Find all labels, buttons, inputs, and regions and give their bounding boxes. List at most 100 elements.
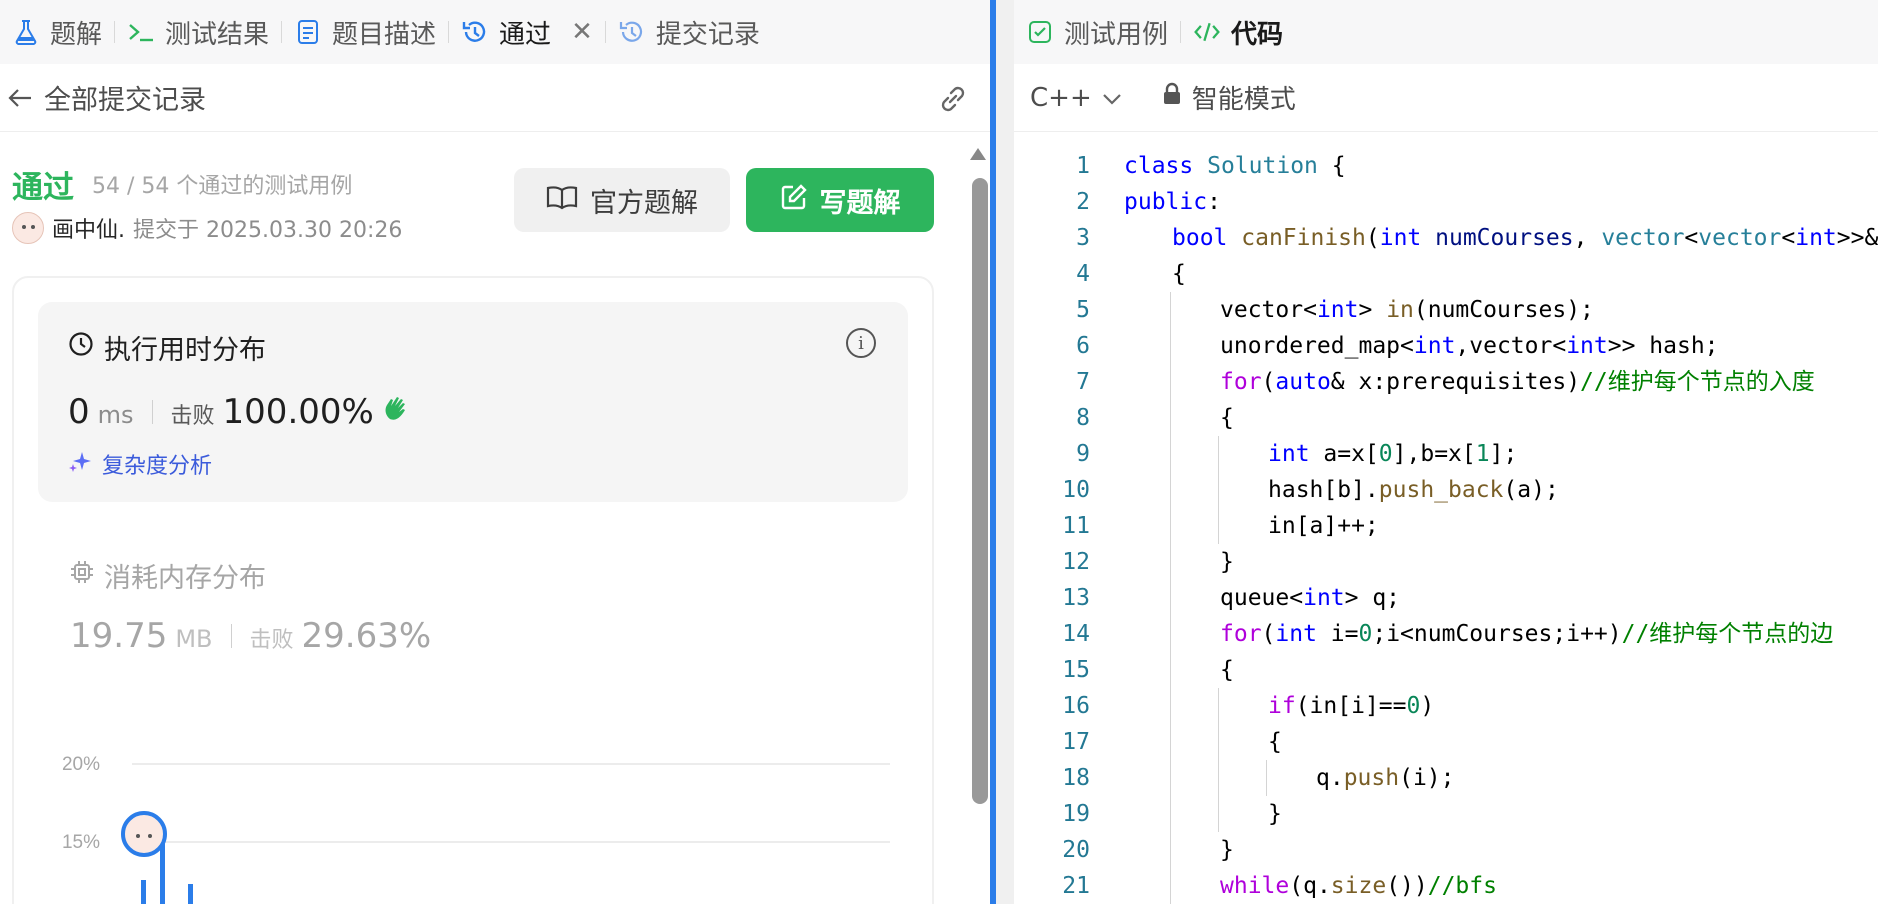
indent-guide [1218,796,1219,832]
line-number: 19 [1062,801,1090,827]
user-avatar-marker [121,811,167,857]
indent-guide [1218,724,1219,760]
code-line[interactable]: 10 hash[b].push_back(a); [1014,472,1878,508]
tab-test-results[interactable]: 测试结果 [115,0,281,64]
indent-guide [1218,436,1219,472]
line-number: 3 [1076,225,1090,251]
code-line[interactable]: 21 while(q.size())//bfs [1014,868,1878,904]
indent-guide [1170,652,1171,688]
indent-guide [1170,544,1171,580]
tab-solutions[interactable]: 题解 [0,0,114,64]
code-line[interactable]: 7 for(auto& x:prerequisites)//维护每个节点的入度 [1014,364,1878,400]
code-text: { [1268,729,1282,755]
memory-distribution-chart[interactable]: 20% 15% [40,740,900,904]
code-text: q.push(i); [1316,765,1455,791]
code-line[interactable]: 11 in[a]++; [1014,508,1878,544]
history-icon [461,18,489,46]
close-icon[interactable]: ✕ [571,17,593,47]
submission-time: 提交于 2025.03.30 20:26 [133,218,403,243]
official-solution-button[interactable]: 官方题解 [514,168,730,232]
language-label: C++ [1030,82,1092,113]
info-icon[interactable]: i [846,328,876,358]
code-line[interactable]: 8{ [1014,400,1878,436]
tab-code[interactable]: 代码 [1181,0,1295,64]
write-solution-label: 写题解 [819,187,901,219]
tab-label: 测试用例 [1064,19,1169,50]
clock-icon [68,331,94,364]
code-text: { [1220,657,1234,683]
tab-label: 通过 [499,19,552,50]
tab-description[interactable]: 题目描述 [282,0,448,64]
code-line[interactable]: 4{ [1014,256,1878,292]
memory-values: 19.75 MB 击败 29.63% [70,616,431,656]
chevron-down-icon [1102,83,1122,113]
tab-accepted[interactable]: 通过 ✕ [449,0,605,64]
write-solution-button[interactable]: 写题解 [746,168,934,232]
runtime-panel[interactable]: 执行用时分布 i 0 ms 击败 100.00% 复杂度分析 [38,302,908,502]
runtime-title: 执行用时分布 [68,328,266,367]
code-line[interactable]: 6 unordered_map<int,vector<int>> hash; [1014,328,1878,364]
code-line[interactable]: 17 { [1014,724,1878,760]
back-arrow-icon[interactable] [0,87,40,109]
code-text: public: [1124,189,1221,215]
terminal-icon [127,18,155,46]
beat-label: 击败 [170,404,215,429]
code-line[interactable]: 20} [1014,832,1878,868]
tab-submissions[interactable]: 提交记录 [606,0,772,64]
beat-label: 击败 [249,628,294,653]
line-number: 8 [1076,405,1090,431]
divider [230,624,232,648]
memory-unit: MB [175,625,213,653]
code-line[interactable]: 16 if(in[i]==0) [1014,688,1878,724]
memory-title[interactable]: 消耗内存分布 [70,556,266,595]
code-line[interactable]: 14 for(int i=0;i<numCourses;i++)//维护每个节点的… [1014,616,1878,652]
checkbox-icon [1026,18,1054,46]
tab-label: 题目描述 [332,19,437,50]
scrollbar-thumb[interactable] [972,178,988,804]
code-line[interactable]: 3 bool canFinish(int numCourses, vector<v… [1014,220,1878,256]
code-editor[interactable]: 1 class Solution {2 public: 3 bool canFinish… [1014,148,1878,904]
smart-mode-toggle[interactable]: 智能模式 [1162,79,1296,116]
line-number: 16 [1062,693,1090,719]
tab-testcases[interactable]: 测试用例 [1014,0,1180,64]
code-text: vector<int> in(numCourses); [1220,297,1594,323]
indent-guide [1170,868,1171,904]
tab-label: 提交记录 [655,19,760,50]
chart-bar [141,880,146,904]
code-line[interactable]: 1 class Solution { [1014,148,1878,184]
code-text: for(auto& x:prerequisites)//维护每个节点的入度 [1220,369,1815,395]
line-number: 6 [1076,333,1090,359]
indent-guide [1218,508,1219,544]
memory-beat-value: 29.63% [301,616,432,656]
line-number: 12 [1062,549,1090,575]
indent-guide [1266,760,1267,796]
indent-guide [1170,400,1171,436]
scroll-up-arrow[interactable] [970,148,986,160]
code-text: queue<int> q; [1220,585,1401,611]
document-icon [294,18,322,46]
all-submissions-title[interactable]: 全部提交记录 [44,78,206,117]
submission-author-line: 画中仙. 提交于 2025.03.30 20:26 [12,212,402,244]
avatar[interactable] [12,212,44,244]
indent-guide [1170,508,1171,544]
author-name[interactable]: 画中仙. [52,212,125,244]
right-tab-bar: 测试用例 代码 [1014,0,1878,64]
runtime-beat-value: 100.00% [222,392,374,432]
line-number: 21 [1062,873,1090,899]
line-number: 20 [1062,837,1090,863]
code-line[interactable]: 19} [1014,796,1878,832]
language-selector[interactable]: C++ [1030,83,1122,113]
code-line[interactable]: 12} [1014,544,1878,580]
submission-subheader: 全部提交记录 [0,64,990,132]
tab-label: 测试结果 [165,19,270,50]
code-line[interactable]: 18 q.push(i); [1014,760,1878,796]
indent-guide [1170,364,1171,400]
code-line[interactable]: 5 vector<int> in(numCourses); [1014,292,1878,328]
code-line[interactable]: 15 { [1014,652,1878,688]
link-icon[interactable] [936,82,970,116]
code-line[interactable]: 2 public: [1014,184,1878,220]
code-line[interactable]: 13 queue<int> q; [1014,580,1878,616]
complexity-analysis-link[interactable]: 复杂度分析 [68,448,212,480]
indent-guide [1218,688,1219,724]
code-line[interactable]: 9 int a=x[0],b=x[1]; [1014,436,1878,472]
